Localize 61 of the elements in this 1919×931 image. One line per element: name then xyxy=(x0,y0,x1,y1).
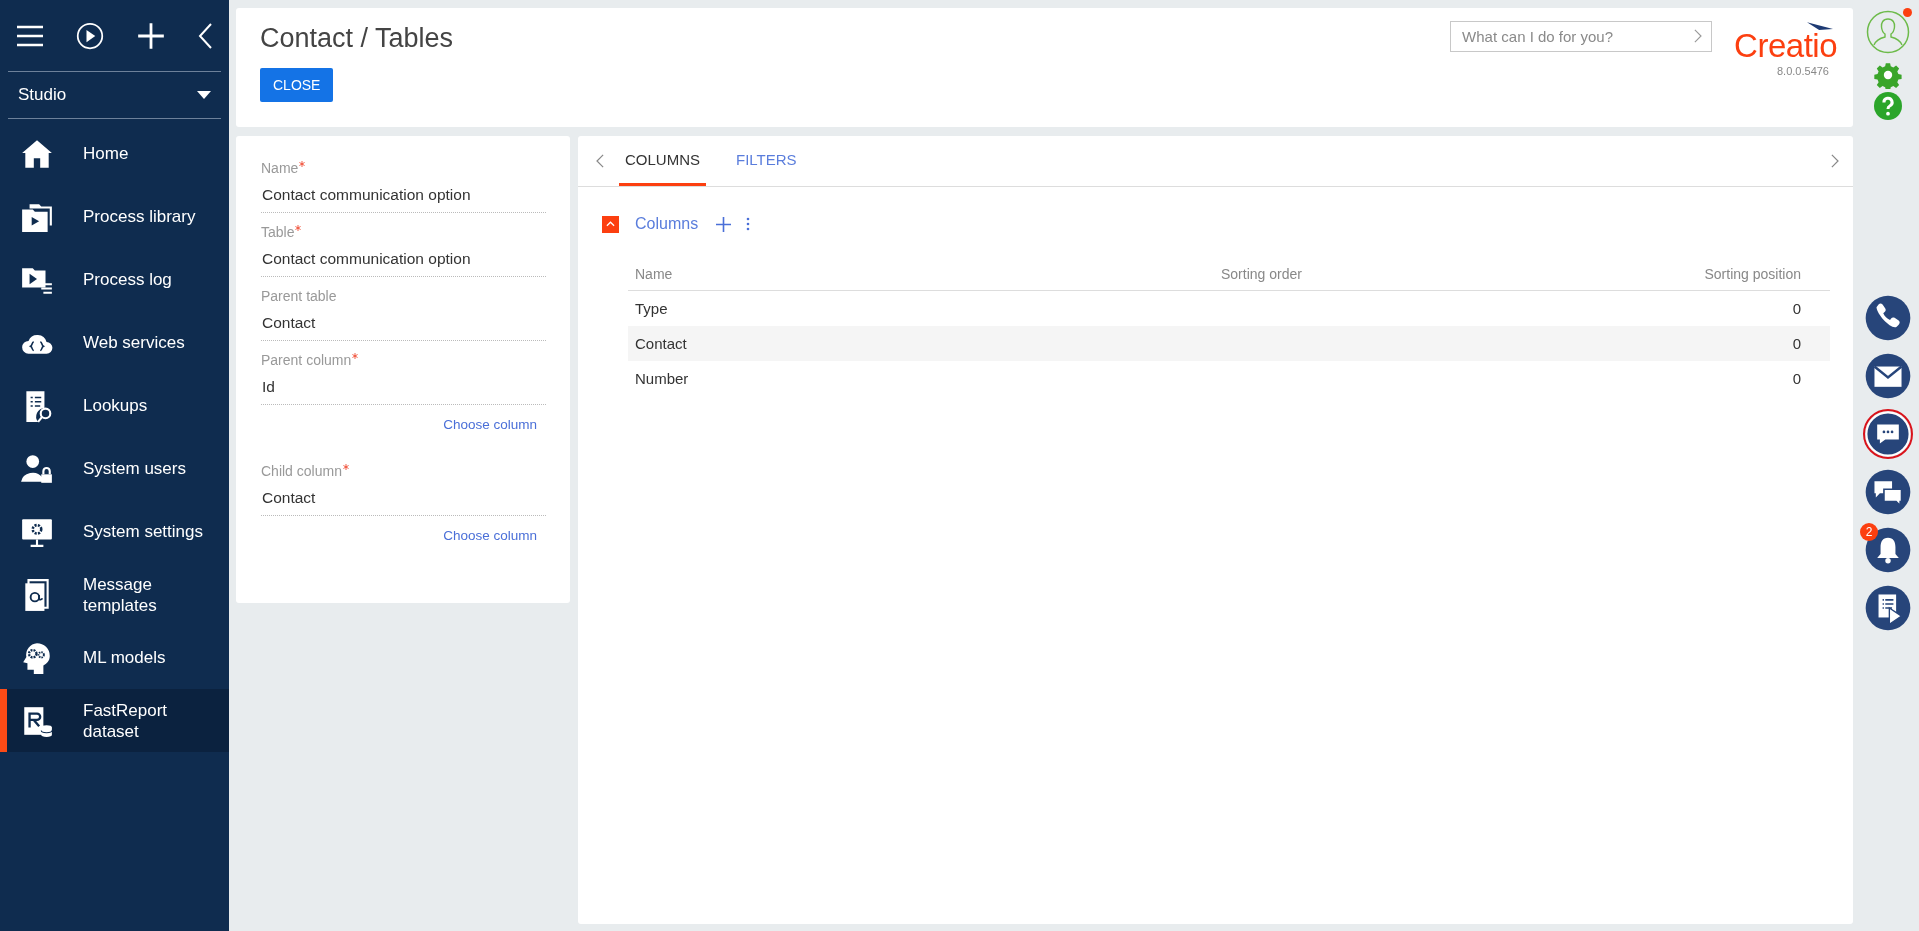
table-cell-text: Type xyxy=(635,300,669,317)
sidebar-item[interactable]: Process log xyxy=(0,248,229,311)
caret-down-icon xyxy=(197,91,211,99)
column-header[interactable]: Sorting order xyxy=(1218,266,1511,282)
help-icon[interactable] xyxy=(1874,92,1902,120)
logo-text: Creatio xyxy=(1734,28,1837,64)
tab[interactable]: FILTERS xyxy=(730,136,803,186)
field-value[interactable]: Id xyxy=(261,368,546,405)
field-label: Table xyxy=(261,224,295,240)
play-circle-icon[interactable] xyxy=(76,21,105,50)
choose-column-link[interactable]: Choose column xyxy=(443,528,537,543)
page-title: Contact / Tables xyxy=(260,23,454,54)
tab[interactable]: COLUMNS xyxy=(619,136,706,186)
table-cell-text: 0 xyxy=(1791,370,1801,387)
notification-count: 2 xyxy=(1860,523,1878,541)
table-row[interactable]: Type 0 xyxy=(628,291,1830,326)
field-value[interactable]: Contact xyxy=(261,479,546,516)
sidebar-item[interactable]: System users xyxy=(0,437,229,500)
user-avatar-icon[interactable] xyxy=(1866,10,1910,54)
search-field[interactable]: What can I do for you? xyxy=(1450,21,1713,52)
version-text: 8.0.0.5476 xyxy=(1777,65,1829,77)
settings-icon[interactable] xyxy=(1874,61,1902,89)
table-cell-text: 0 xyxy=(1791,335,1801,352)
sidebar-item[interactable]: Web services xyxy=(0,311,229,374)
field-value[interactable]: Contact communication option xyxy=(261,240,546,277)
field-label: Parent column xyxy=(261,352,352,368)
chevron-right-icon xyxy=(1693,29,1703,43)
column-header[interactable]: Name xyxy=(635,266,1218,282)
collapse-toggle[interactable] xyxy=(602,215,619,233)
sidebar-item[interactable]: System settings xyxy=(0,500,229,563)
document-play-icon[interactable] xyxy=(1865,585,1911,631)
phone-icon[interactable] xyxy=(1865,295,1911,341)
detail-title[interactable]: Columns xyxy=(635,215,699,233)
sidebar-item[interactable]: Home xyxy=(0,122,229,185)
swoosh-icon xyxy=(1807,22,1833,31)
sidebar-item[interactable]: FastReport dataset xyxy=(0,689,229,752)
chevron-right-icon[interactable] xyxy=(1830,154,1839,168)
workspace-dropdown[interactable]: Studio xyxy=(8,72,221,119)
table-row[interactable]: Number 0 xyxy=(628,361,1830,396)
field-value[interactable]: Contact communication option xyxy=(261,176,546,213)
table-cell-text: Number xyxy=(635,370,690,387)
sidebar-item[interactable]: Message templates xyxy=(0,563,229,626)
sidebar-item[interactable]: Lookups xyxy=(0,374,229,437)
field-label: Parent table xyxy=(261,288,337,304)
close-button[interactable]: CLOSE xyxy=(260,68,334,102)
more-vertical-icon[interactable] xyxy=(746,217,751,231)
field-label: Child column xyxy=(261,463,342,479)
chat-bubble-icon[interactable] xyxy=(1865,411,1911,457)
envelope-icon[interactable] xyxy=(1865,353,1911,399)
chat-bubbles-icon[interactable] xyxy=(1865,469,1911,515)
field-value[interactable]: Contact xyxy=(261,304,546,341)
sidebar-item[interactable]: ML models xyxy=(0,626,229,689)
chevron-up-icon xyxy=(606,221,615,227)
choose-column-link[interactable]: Choose column xyxy=(443,417,537,432)
field-label: Name xyxy=(261,160,299,176)
column-header[interactable]: Sorting position xyxy=(1511,266,1801,282)
table-cell-text: 0 xyxy=(1791,300,1801,317)
sidebar-item[interactable]: Process library xyxy=(0,185,229,248)
table-row[interactable]: Contact 0 xyxy=(628,326,1830,361)
table-cell-text: Contact xyxy=(635,335,688,352)
bell-icon[interactable] xyxy=(1865,527,1911,573)
